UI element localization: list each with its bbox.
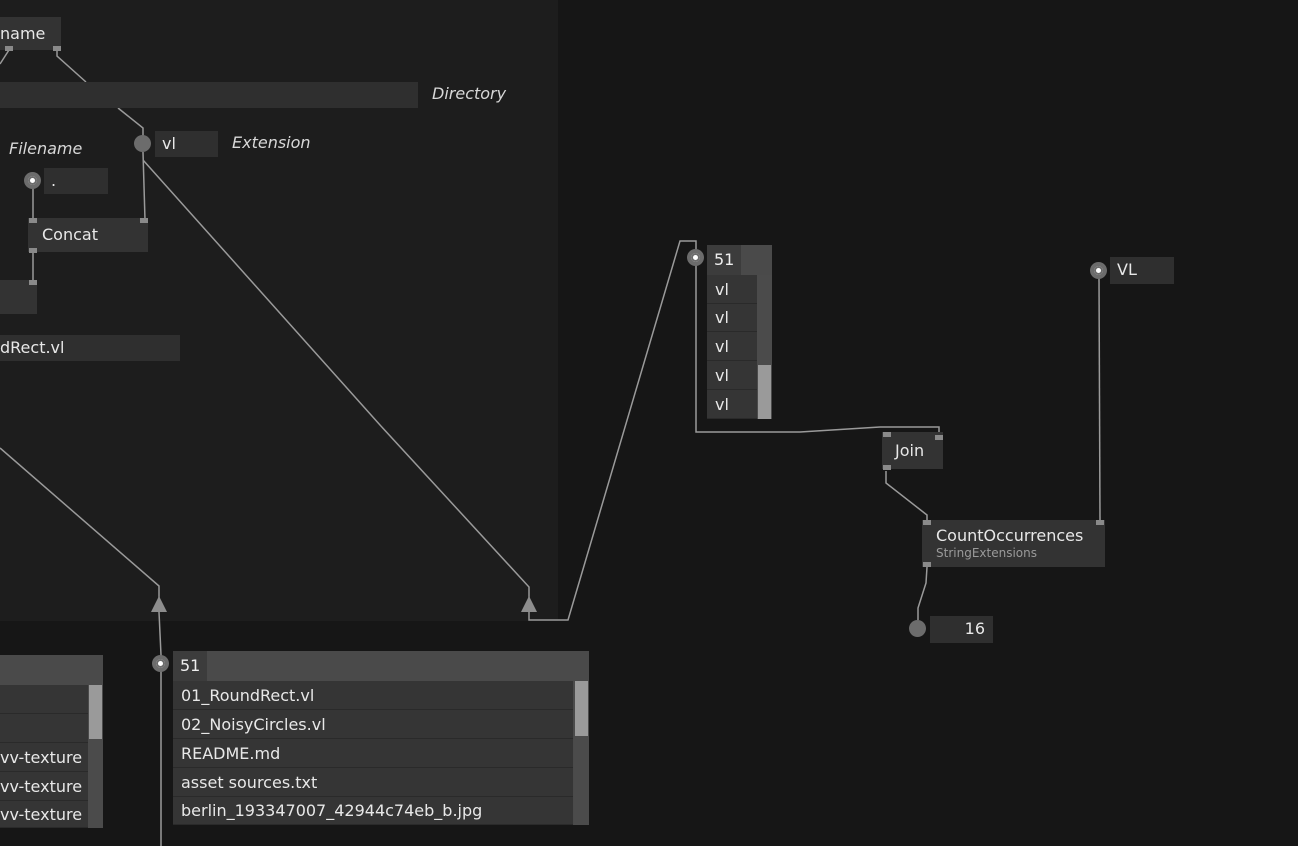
concat-input-pin-2[interactable] (140, 218, 148, 223)
extension-pad[interactable] (134, 135, 151, 152)
wire-join-to-count (885, 471, 928, 520)
extension-list-item[interactable]: vl (707, 361, 757, 390)
wire-extension-diagonal (142, 159, 530, 600)
wire-count-to-result (917, 566, 928, 620)
wire-search-to-count (1098, 277, 1101, 521)
region-output-bcp-2[interactable] (521, 596, 537, 612)
partial-node-input-pin[interactable] (29, 280, 37, 285)
search-pad[interactable] (1090, 262, 1107, 279)
name-node-label: name (0, 24, 46, 43)
join-input-pin-1[interactable] (883, 432, 891, 437)
extension-label: Extension (232, 133, 311, 152)
left-list-scrollbar[interactable] (88, 685, 103, 828)
file-list-scrollbar[interactable] (574, 681, 589, 825)
list-item: vv-texture (0, 772, 88, 801)
wire-to-file-list (158, 611, 162, 846)
extension-list-count: 51 (707, 245, 742, 275)
separator-iobox[interactable]: . (44, 168, 108, 194)
extension-list-scroll-thumb[interactable] (758, 365, 771, 419)
join-input-pin-2[interactable] (935, 435, 943, 440)
concat-node-label: Concat (42, 225, 98, 244)
filename-iobox[interactable]: dRect.vl (0, 335, 180, 361)
left-list-scroll-thumb[interactable] (89, 685, 102, 739)
concat-input-pin-1[interactable] (29, 218, 37, 223)
wire-left-diagonal (0, 447, 160, 600)
extension-list-spread[interactable]: 51 vl vl vl vl vl (707, 245, 772, 419)
file-list-item[interactable]: berlin_193347007_42944c74eb_b.jpg (173, 797, 573, 825)
join-output-pin[interactable] (883, 465, 891, 470)
filename-label: Filename (9, 139, 83, 158)
wire-to-extension-list (528, 240, 697, 621)
extension-list-pad[interactable] (687, 249, 704, 266)
separator-pad[interactable] (24, 172, 41, 189)
list-item (0, 685, 88, 714)
extension-list-scrollbar[interactable] (757, 275, 772, 419)
count-occurrences-input-pin-2[interactable] (1096, 520, 1104, 525)
list-item (0, 714, 88, 743)
list-item: vv-texture (0, 743, 88, 772)
directory-label: Directory (432, 84, 507, 103)
search-iobox[interactable]: VL (1110, 257, 1174, 284)
result-iobox[interactable]: 16 (930, 616, 993, 643)
count-occurrences-output-pin[interactable] (923, 562, 931, 567)
wire-name-left (0, 49, 10, 65)
file-list-item[interactable]: asset sources.txt (173, 768, 573, 797)
concat-output-pin[interactable] (29, 248, 37, 253)
extension-list-item[interactable]: vl (707, 304, 757, 332)
extension-iobox[interactable]: vl (155, 131, 218, 157)
name-node-output-pin-2[interactable] (53, 46, 61, 51)
count-occurrences-category: StringExtensions (936, 546, 1037, 560)
partial-node[interactable] (0, 280, 37, 314)
result-pad[interactable] (909, 620, 926, 637)
extension-list-item[interactable]: vl (707, 390, 757, 419)
file-list-scroll-thumb[interactable] (575, 681, 588, 736)
count-occurrences-input-pin-1[interactable] (923, 520, 931, 525)
wire-name-to-extension (56, 50, 87, 83)
file-list-spread[interactable]: 51 01_RoundRect.vl 02_NoisyCircles.vl RE… (173, 651, 589, 825)
file-list-pad[interactable] (152, 655, 169, 672)
file-list-count: 51 (173, 651, 208, 681)
left-list-spread[interactable]: vv-texture vv-texture vv-texture (0, 655, 103, 828)
directory-iobox[interactable] (0, 82, 418, 108)
count-occurrences-label: CountOccurrences (936, 526, 1084, 545)
concat-node[interactable]: Concat (28, 218, 148, 252)
count-occurrences-node[interactable]: CountOccurrences StringExtensions (922, 520, 1105, 567)
file-list-item[interactable]: 02_NoisyCircles.vl (173, 710, 573, 739)
join-node-label: Join (895, 441, 925, 460)
name-node-output-pin-1[interactable] (5, 46, 13, 51)
join-node[interactable]: Join (882, 432, 943, 469)
region-output-bcp-1[interactable] (151, 596, 167, 612)
file-list-item[interactable]: README.md (173, 739, 573, 768)
extension-list-item[interactable]: vl (707, 332, 757, 361)
patch-canvas[interactable]: name Directory vl Extension Filename . C… (0, 0, 1298, 846)
list-item: vv-texture (0, 801, 88, 828)
extension-list-item[interactable]: vl (707, 275, 757, 304)
file-list-item[interactable]: 01_RoundRect.vl (173, 681, 573, 710)
